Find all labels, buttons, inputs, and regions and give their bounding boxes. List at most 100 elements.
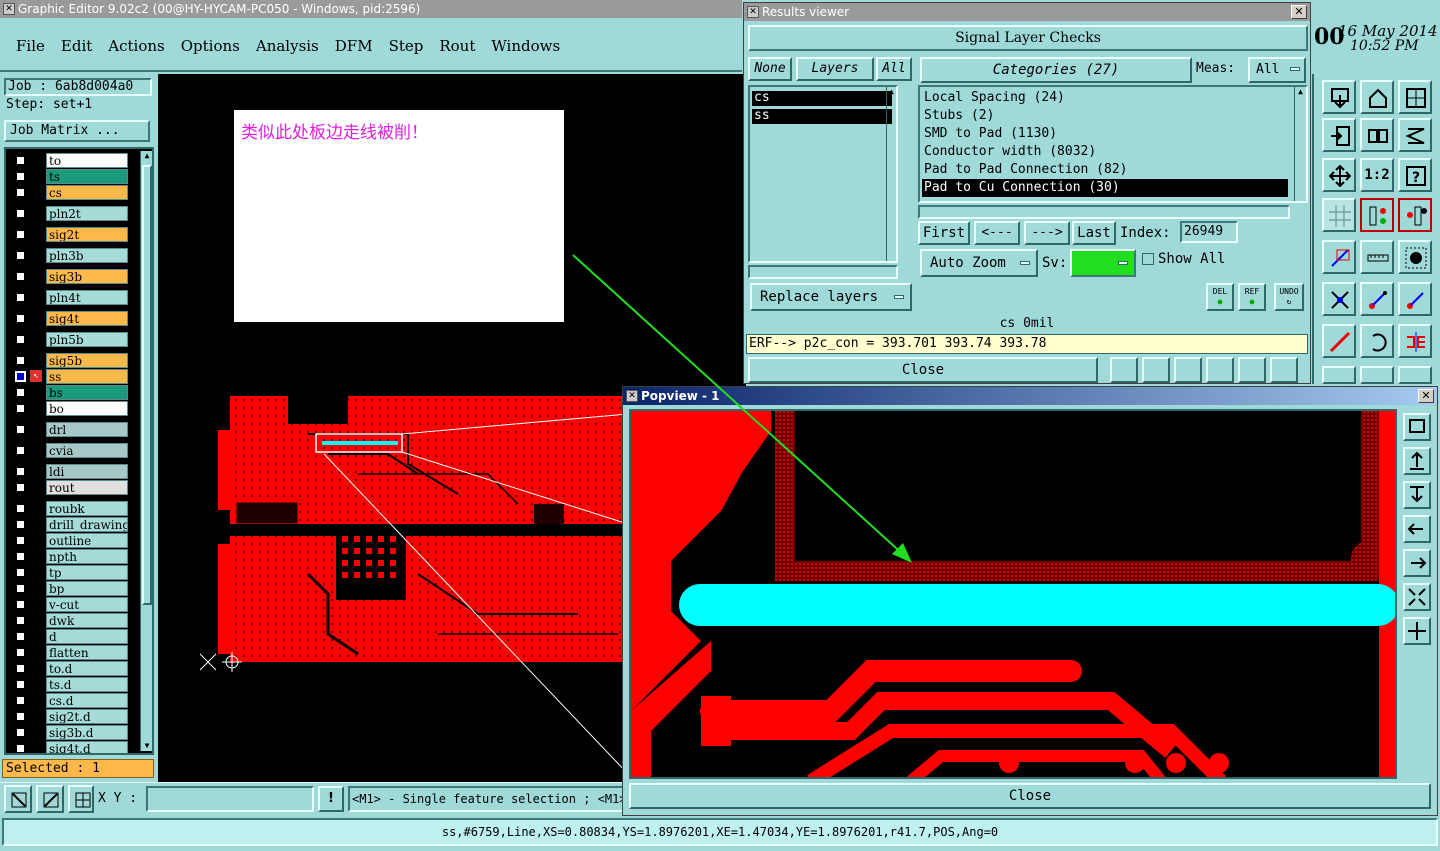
layer-row-sig2t[interactable]: sig2t [12, 227, 130, 243]
layer-row-rout[interactable]: rout [12, 480, 130, 496]
none-button[interactable]: None [748, 57, 792, 81]
layer-checkbox[interactable] [15, 503, 26, 514]
del-button[interactable]: DEL ● [1206, 283, 1234, 311]
layer-row-flatten[interactable]: flatten [12, 645, 130, 661]
scale-icon[interactable]: 1:2 [1360, 158, 1394, 192]
line-tool-icon[interactable] [1322, 324, 1356, 358]
net-icon[interactable] [1360, 198, 1394, 232]
grid-toggle-icon[interactable] [1322, 198, 1356, 232]
layer-row-v-cut[interactable]: v-cut [12, 597, 130, 613]
layer-checkbox[interactable] [15, 679, 26, 690]
measure-icon[interactable] [36, 785, 64, 813]
category-item[interactable]: Conductor width (8032) [922, 143, 1288, 161]
layer-checkbox[interactable] [15, 387, 26, 398]
layer-checkbox[interactable] [15, 727, 26, 738]
layer-row-dwk[interactable]: dwk [12, 613, 130, 629]
category-list[interactable]: Local Spacing (24) Stubs (2) SMD to Pad (1… [918, 85, 1308, 203]
menu-step[interactable]: Step [389, 37, 424, 55]
result-tool-icon-5[interactable] [1238, 357, 1266, 383]
result-layer-item[interactable]: ss [752, 109, 892, 124]
show-all-checkbox[interactable] [1142, 253, 1154, 265]
layer-scroll-thumb[interactable] [142, 165, 152, 605]
pan-icon[interactable] [1322, 158, 1356, 192]
layer-checkbox[interactable] [15, 599, 26, 610]
pad-icon[interactable] [1398, 240, 1432, 274]
popview-right-icon[interactable] [1403, 549, 1431, 577]
meas-dropdown[interactable]: All [1248, 57, 1306, 83]
ruler-icon[interactable] [1360, 240, 1394, 274]
layer-checkbox[interactable] [15, 535, 26, 546]
popview-close-icon[interactable]: ✕ [1418, 389, 1434, 403]
menu-windows[interactable]: Windows [491, 37, 560, 55]
categories-button[interactable]: Categories (27) [920, 57, 1192, 83]
layer-row-ts.d[interactable]: ts.d [12, 677, 130, 693]
ref-button[interactable]: REF ● [1238, 283, 1266, 311]
menu-analysis[interactable]: Analysis [256, 37, 319, 55]
prev-button[interactable]: <--- [974, 221, 1020, 245]
popview-fit-icon[interactable] [1403, 583, 1431, 611]
layer-row-sig4t[interactable]: sig4t [12, 311, 130, 327]
layer-row-bp[interactable]: bp [12, 581, 130, 597]
toolbar-extra-icon-1[interactable] [1322, 366, 1356, 384]
layer-checkbox[interactable] [15, 631, 26, 642]
layer-checkbox[interactable] [15, 313, 26, 324]
delete-feature-icon[interactable] [1322, 282, 1356, 316]
layer-row-tp[interactable]: tp [12, 565, 130, 581]
layer-row-pln2t[interactable]: pln2t [12, 206, 130, 222]
layer-row-roubk[interactable]: roubk [12, 501, 130, 517]
layer-row-to.d[interactable]: to.d [12, 661, 130, 677]
shape-icon[interactable] [1398, 118, 1432, 152]
undo-button[interactable]: UNDO ↻ [1274, 283, 1304, 311]
layer-row-cs[interactable]: cs [12, 185, 130, 201]
category-item[interactable]: Local Spacing (24) [922, 89, 1288, 107]
layer-checkbox[interactable] [15, 647, 26, 658]
layer-checkbox[interactable] [15, 403, 26, 414]
popview-close-button[interactable]: Close [629, 783, 1431, 809]
swap-icon[interactable] [1360, 118, 1394, 152]
rotate-icon[interactable] [1360, 324, 1394, 358]
menu-edit[interactable]: Edit [61, 37, 92, 55]
result-layer-list[interactable]: cs ss ▲ [748, 85, 898, 263]
layer-row-drl[interactable]: drl [12, 422, 130, 438]
menu-actions[interactable]: Actions [108, 37, 164, 55]
layer-scrollbar[interactable]: ▲ ▼ [140, 151, 152, 751]
severity-dropdown[interactable] [1070, 249, 1136, 277]
menu-file[interactable]: File [16, 37, 45, 55]
last-button[interactable]: Last [1072, 221, 1116, 245]
layer-row-cs.d[interactable]: cs.d [12, 693, 130, 709]
layer-checkbox[interactable] [15, 711, 26, 722]
job-matrix-button[interactable]: Job Matrix ... [4, 120, 150, 142]
layer-row-ss[interactable]: ↖ ss [12, 369, 130, 385]
layer-row-sig3b[interactable]: sig3b [12, 269, 130, 285]
result-layer-item[interactable]: cs [752, 91, 892, 106]
layer-row-pln3b[interactable]: pln3b [12, 248, 130, 264]
layer-checkbox[interactable] [15, 482, 26, 493]
result-tool-icon-2[interactable] [1142, 357, 1170, 383]
layer-checkbox[interactable] [15, 466, 26, 477]
layer-checkbox[interactable] [15, 187, 26, 198]
menu-dfm[interactable]: DFM [335, 37, 373, 55]
layer-row-pln4t[interactable]: pln4t [12, 290, 130, 306]
help-icon[interactable]: ? [1398, 158, 1432, 192]
layer-checkbox[interactable] [15, 695, 26, 706]
layer-checkbox[interactable] [15, 519, 26, 530]
popview-canvas[interactable] [629, 409, 1397, 779]
layer-row-ldi[interactable]: ldi [12, 464, 130, 480]
popview-pan-icon[interactable] [1403, 617, 1431, 645]
layer-checkbox[interactable] [15, 583, 26, 594]
layer-row-sig2t.d[interactable]: sig2t.d [12, 709, 130, 725]
layer-row-drill_drawing[interactable]: drill_drawing [12, 517, 130, 533]
window-icon[interactable] [1398, 80, 1432, 114]
replace-layers-dropdown[interactable]: Replace layers [750, 283, 912, 311]
category-scrollbar[interactable]: ▲ [1294, 87, 1306, 201]
layer-checkbox[interactable] [15, 424, 26, 435]
menu-rout[interactable]: Rout [439, 37, 475, 55]
toolbar-extra-icon-3[interactable] [1398, 366, 1432, 384]
layer-row-sig3b.d[interactable]: sig3b.d [12, 725, 130, 741]
category-hscroll[interactable] [918, 205, 1290, 219]
layer-row-outline[interactable]: outline [12, 533, 130, 549]
layer-row-cvia[interactable]: cvia [12, 443, 130, 459]
category-item[interactable]: Stubs (2) [922, 107, 1288, 125]
layers-button[interactable]: Layers [796, 57, 874, 81]
layer-checkbox[interactable] [15, 743, 26, 753]
